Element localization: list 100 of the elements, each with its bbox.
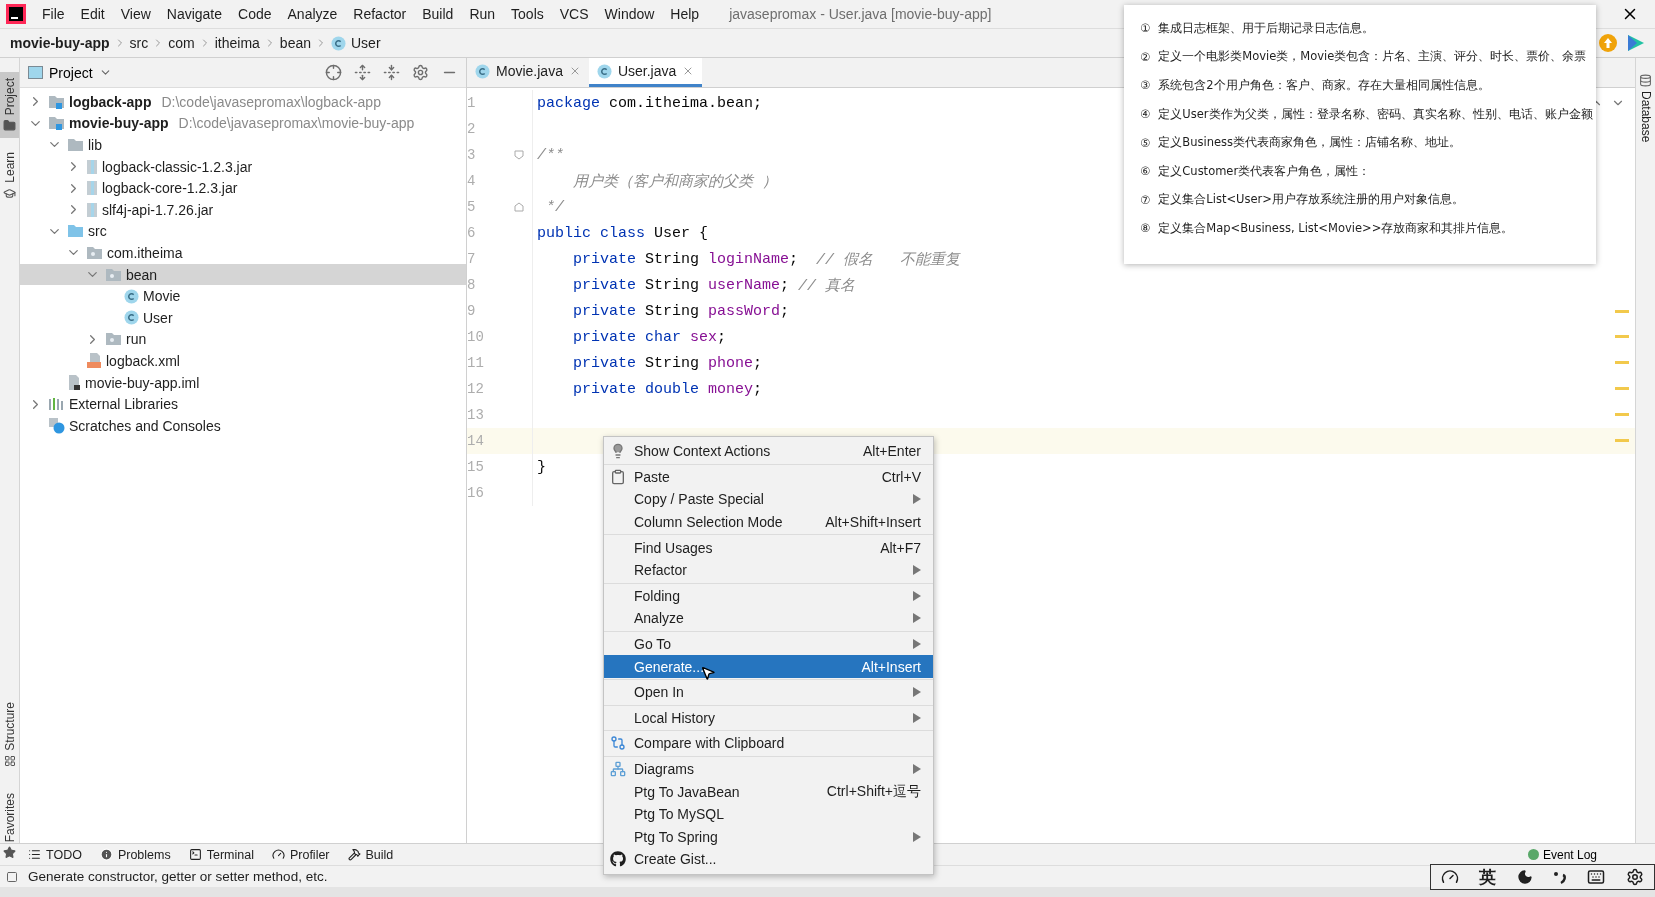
tool-window-tab[interactable]: Favorites <box>0 786 19 866</box>
note-text: 定义集合Map<Business, List<Movie>>存放商家和其排片信息。 <box>1158 220 1514 236</box>
context-menu-item[interactable]: Ptg To JavaBean Ctrl+Shift+逗号 <box>604 780 933 803</box>
editor-tab[interactable]: Movie.java <box>467 58 589 87</box>
context-menu-item[interactable]: Folding <box>604 584 933 608</box>
tool-window-button[interactable]: Problems <box>99 847 171 862</box>
tool-window-button[interactable]: Profiler <box>271 847 330 862</box>
context-menu-item[interactable]: Show Context Actions Alt+Enter <box>604 440 933 463</box>
tree-item[interactable]: slf4j-api-1.7.26.jar <box>20 198 466 221</box>
jar-icon <box>86 158 98 175</box>
context-menu-item[interactable]: Copy / Paste Special <box>604 488 933 511</box>
tree-item[interactable]: User <box>20 306 466 329</box>
line-number: 15 <box>467 458 485 477</box>
breadcrumb-item[interactable]: itheima <box>214 35 260 51</box>
tree-item[interactable]: lib <box>20 134 466 156</box>
info-icon <box>99 848 113 861</box>
scratches-icon <box>48 417 65 435</box>
menu-item[interactable]: Run <box>461 6 504 22</box>
project-view-selector[interactable]: Project <box>28 64 112 81</box>
menu-item[interactable]: Tools <box>503 6 552 22</box>
context-menu-item[interactable]: Open In <box>604 680 933 704</box>
context-menu-item[interactable]: Ptg To Spring <box>604 825 933 849</box>
lightbulb-icon <box>610 443 626 460</box>
tool-window-button[interactable]: Terminal <box>188 847 254 862</box>
settings-icon[interactable] <box>1625 868 1644 886</box>
code-line: /** <box>536 145 564 166</box>
tree-item[interactable]: logback-classic-1.2.3.jar <box>20 155 466 178</box>
note-text: 定义Business类代表商家角色，属性：店铺名称、地址。 <box>1158 135 1462 151</box>
panel-toggle-icon[interactable] <box>6 870 18 883</box>
module-icon <box>48 93 65 110</box>
ime-mode[interactable]: 英 <box>1479 865 1497 889</box>
menu-item[interactable]: Build <box>414 6 462 22</box>
moon-icon[interactable] <box>1516 869 1533 885</box>
context-menu-item[interactable]: Find Usages Alt+F7 <box>604 536 933 559</box>
jar-icon <box>86 201 98 218</box>
menu-item[interactable]: VCS <box>551 6 597 22</box>
context-menu-item[interactable]: Analyze <box>604 607 933 630</box>
menu-item[interactable]: Window <box>596 6 663 22</box>
tree-item[interactable]: com.itheima <box>20 242 466 264</box>
menu-item[interactable]: Refactor <box>345 6 415 22</box>
context-menu-item[interactable]: Generate... Alt+Insert <box>604 655 933 678</box>
editor-tab[interactable]: User.java <box>588 58 703 87</box>
tree-item[interactable]: External Libraries <box>20 393 466 415</box>
code-line: 用户类（客户和商家的父类 ） <box>572 172 777 193</box>
context-menu-item[interactable]: Ptg To MySQL <box>604 802 933 826</box>
menu-item[interactable]: Edit <box>72 6 113 22</box>
plugin-icon[interactable] <box>1627 34 1645 52</box>
context-menu-item[interactable]: Paste Ctrl+V <box>604 465 933 489</box>
context-menu-item[interactable]: Local History <box>604 706 933 730</box>
tree-item[interactable]: run <box>20 328 466 351</box>
tool-window-button[interactable]: Build <box>347 847 394 862</box>
menu-item[interactable]: Help <box>662 6 708 22</box>
event-log-button[interactable]: Event Log <box>1527 847 1597 862</box>
tool-window-button[interactable]: TODO <box>28 847 82 862</box>
structure-icon <box>3 754 16 767</box>
tree-item[interactable]: src <box>20 220 466 243</box>
line-number: 3 <box>467 146 477 165</box>
context-menu-item[interactable]: Refactor <box>604 558 933 582</box>
package-icon <box>105 332 122 347</box>
package-icon <box>105 267 122 282</box>
tool-window-tab[interactable]: Database <box>1638 68 1653 149</box>
expand-all-icon[interactable] <box>354 64 371 81</box>
collapse-all-icon[interactable] <box>383 64 400 81</box>
menu-item[interactable]: Code <box>230 6 280 22</box>
fold-marker-icon[interactable] <box>513 150 524 160</box>
keyboard-icon[interactable] <box>1587 868 1606 886</box>
folder-icon <box>67 138 84 152</box>
breadcrumb-item[interactable]: src <box>129 35 149 51</box>
menu-item[interactable]: View <box>112 6 159 22</box>
status-dot-icon <box>1527 849 1539 860</box>
tree-item[interactable]: logback-app D:\code\javasepromax\logback-app <box>20 91 466 113</box>
breadcrumb-item[interactable]: com <box>168 35 195 51</box>
breadcrumb-item[interactable]: User <box>331 35 381 51</box>
update-icon[interactable] <box>1599 34 1617 52</box>
context-menu-item[interactable]: Create Gist... <box>604 848 933 871</box>
breadcrumb-item[interactable]: bean <box>279 35 311 51</box>
tool-window-tab[interactable]: Structure <box>0 696 19 773</box>
tree-item[interactable]: logback.xml <box>20 350 466 372</box>
tree-item[interactable]: movie-buy-app D:\code\javasepromax\movie-buy-app <box>20 112 466 135</box>
fold-marker-icon[interactable] <box>513 202 524 212</box>
context-menu-item[interactable]: Diagrams <box>604 757 933 781</box>
window-title: javasepromax - User.java [movie-buy-app] <box>729 6 992 22</box>
code-line: } <box>536 457 546 478</box>
menu-item[interactable]: Analyze <box>279 6 346 22</box>
locate-icon[interactable] <box>325 64 342 81</box>
breadcrumb-item[interactable]: movie-buy-app <box>10 35 110 51</box>
menu-item[interactable]: File <box>34 6 73 22</box>
tree-item[interactable]: bean <box>20 263 466 286</box>
menu-item[interactable]: Navigate <box>158 6 231 22</box>
context-menu-item[interactable]: Column Selection Mode Alt+Shift+Insert <box>604 510 933 534</box>
tree-item[interactable]: logback-core-1.2.3.jar <box>20 177 466 199</box>
punctuation-icon[interactable] <box>1553 869 1568 885</box>
tool-window-tab[interactable]: Learn <box>0 146 19 207</box>
tree-item[interactable]: Scratches and Consoles <box>20 414 466 437</box>
context-menu-item[interactable]: Go To <box>604 632 933 656</box>
tree-item[interactable]: Movie <box>20 285 466 307</box>
context-menu-item[interactable]: Compare with Clipboard <box>604 732 933 755</box>
class-icon <box>124 310 139 326</box>
tool-window-tab[interactable]: Project <box>0 72 19 139</box>
tree-item[interactable]: movie-buy-app.iml <box>20 371 466 394</box>
